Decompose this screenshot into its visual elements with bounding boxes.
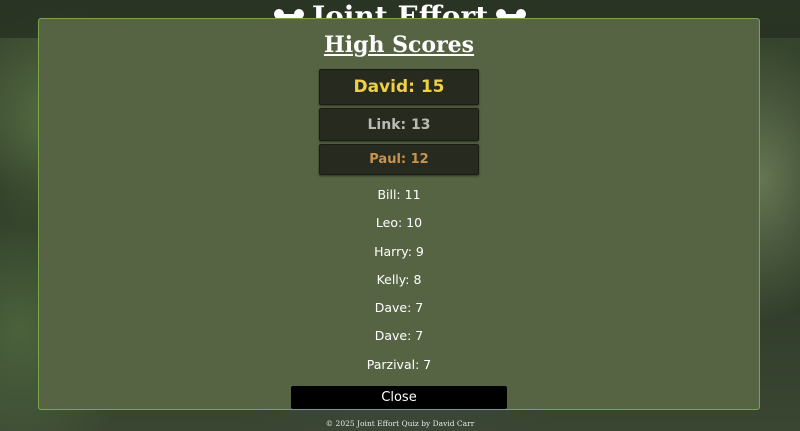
score-row: Dave: 7 [374, 300, 424, 316]
score-row: Harry: 9 [374, 243, 424, 259]
second-place-card: Link: 13 [319, 108, 479, 141]
modal-title: High Scores [323, 32, 475, 58]
score-row: Kelly: 8 [376, 271, 422, 287]
score-row: Bill: 11 [377, 187, 421, 202]
score-list: Bill: 11 Leo: 10 Harry: 9 Kelly: 8 Dave:… [367, 181, 431, 379]
podium: David: 15 Link: 13 Paul: 12 [319, 69, 479, 175]
footer: © 2025 Joint Effort Quiz by David Carr [325, 419, 475, 428]
close-button[interactable]: Close [291, 386, 507, 409]
high-scores-modal: High Scores David: 15 Link: 13 Paul: 12 … [38, 18, 760, 410]
score-row: Parzival: 7 [366, 356, 432, 372]
score-row: Leo: 10 [375, 215, 423, 231]
score-row: Dave: 7 [374, 328, 424, 344]
first-place-card: David: 15 [319, 69, 479, 105]
third-place-card: Paul: 12 [319, 144, 479, 175]
